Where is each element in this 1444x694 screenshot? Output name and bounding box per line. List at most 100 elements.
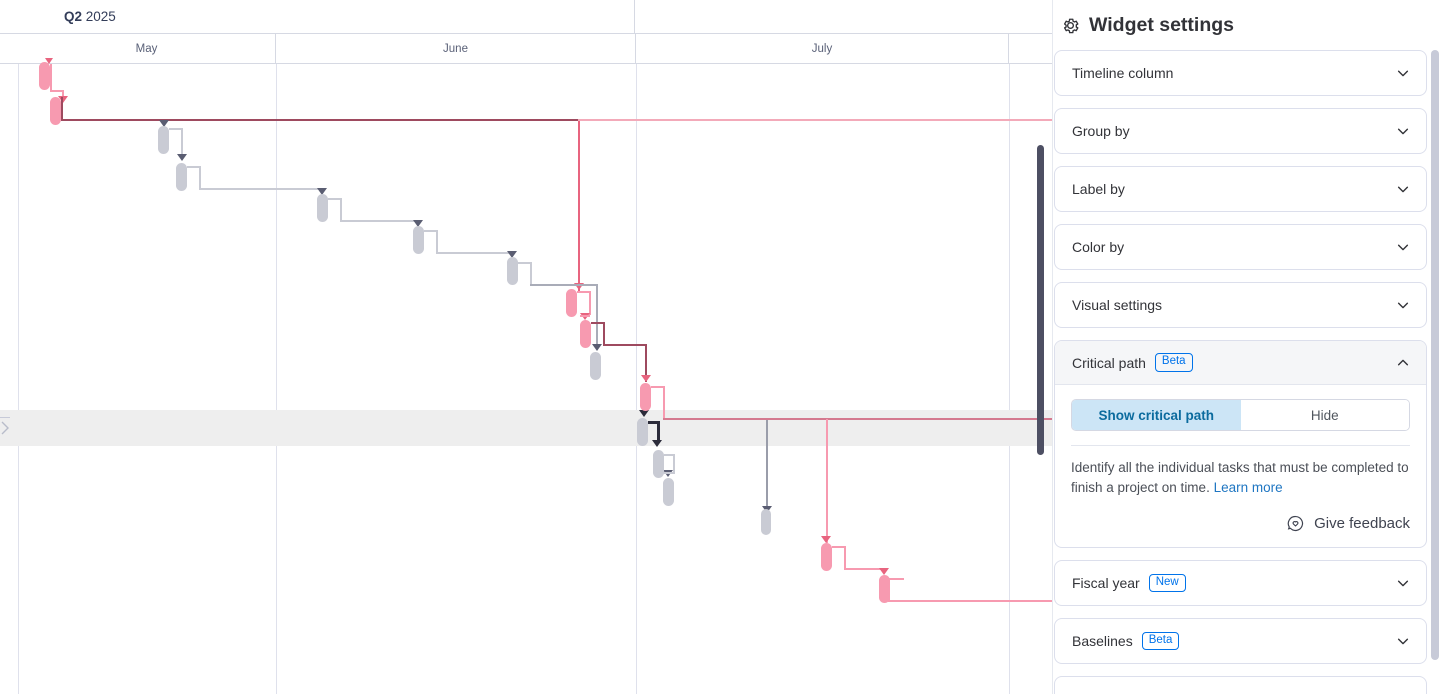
highlighted-row[interactable]	[0, 410, 1052, 446]
card-header-fiscal-year[interactable]: Fiscal year New	[1055, 561, 1426, 605]
chevron-down-icon	[1397, 580, 1409, 587]
task-bar[interactable]	[176, 163, 187, 191]
connector-v	[844, 546, 846, 570]
gantt-timeline-area[interactable]: Q2 2025 May June July	[0, 0, 1052, 694]
task-bar[interactable]	[879, 575, 890, 603]
settings-card-visual-settings: Visual settings	[1054, 282, 1427, 328]
connector-arrow	[641, 375, 651, 382]
card-header-baselines[interactable]: Baselines Beta	[1055, 619, 1426, 663]
quarter-cell-q2: Q2 2025	[18, 0, 635, 33]
badge-beta: Beta	[1154, 353, 1193, 372]
gridline-june	[276, 64, 277, 694]
quarter-year: 2025	[85, 9, 116, 24]
month-cell-may: May	[18, 34, 276, 63]
card-label: Baselines	[1072, 632, 1133, 649]
connector-v	[181, 128, 183, 156]
connector-h-long	[61, 119, 580, 121]
timeline-quarter-header: Q2 2025	[0, 0, 1052, 34]
task-bar[interactable]	[663, 478, 674, 506]
task-bar[interactable]	[39, 62, 50, 90]
card-label: Visual settings	[1072, 297, 1163, 313]
task-bar[interactable]	[590, 352, 601, 380]
card-label: Group by	[1072, 123, 1130, 139]
badge-beta: Beta	[1141, 631, 1180, 651]
task-bar[interactable]	[821, 543, 832, 571]
connector-arrow	[177, 154, 187, 161]
task-bar[interactable]	[580, 320, 591, 348]
task-bar[interactable]	[637, 418, 648, 446]
quarter-label: Q2 2025	[18, 9, 116, 24]
connector-v	[673, 454, 675, 472]
learn-more-link[interactable]: Learn more	[1214, 480, 1283, 495]
sidebar-scroll-container[interactable]: Timeline column Group by Label by Color …	[1053, 50, 1444, 694]
settings-card-baselines: Baselines Beta	[1054, 617, 1427, 664]
gear-icon	[1063, 18, 1079, 34]
card-divider	[1071, 445, 1410, 446]
chevron-down-icon	[1397, 186, 1409, 193]
card-label: Fiscal year	[1072, 574, 1140, 591]
widget-settings-sidebar: Widget settings Timeline column Group by	[1052, 0, 1444, 694]
task-bar[interactable]	[566, 289, 577, 317]
timeline-month-header: May June July	[0, 34, 1052, 64]
show-critical-path-button[interactable]: Show critical path	[1072, 400, 1241, 430]
connector-h	[436, 252, 514, 254]
task-bar[interactable]	[413, 226, 424, 254]
task-bar[interactable]	[761, 509, 771, 535]
critical-path-body: Show critical path Hide Identify all the…	[1055, 385, 1426, 547]
task-bar[interactable]	[653, 450, 664, 478]
month-cell-july: July	[636, 34, 1009, 63]
hide-critical-path-button[interactable]: Hide	[1240, 400, 1409, 430]
sidebar-title-label: Widget settings	[1089, 14, 1234, 36]
gantt-vertical-scrollbar[interactable]	[1037, 145, 1044, 455]
task-bar[interactable]	[317, 194, 328, 222]
connector-arrow	[879, 568, 889, 575]
card-label: Label by	[1072, 181, 1125, 197]
chevron-down-icon	[1397, 128, 1409, 135]
settings-card-partial[interactable]	[1054, 675, 1427, 694]
connector-arrow	[592, 344, 602, 351]
task-bar[interactable]	[158, 126, 169, 154]
connector-h-long	[663, 418, 1052, 420]
connector-v	[61, 97, 63, 121]
settings-card-critical-path: Critical path Beta Show critical path Hi…	[1054, 340, 1427, 548]
connector-v	[50, 64, 52, 92]
give-feedback-label: Give feedback	[1314, 514, 1410, 532]
connector-h	[603, 344, 647, 346]
card-header-critical-path[interactable]: Critical path Beta	[1055, 341, 1426, 385]
timeline-left-border	[18, 0, 19, 694]
card-header-label-by[interactable]: Label by	[1055, 167, 1426, 211]
chevron-down-icon	[1397, 302, 1409, 309]
task-bar[interactable]	[50, 97, 61, 125]
card-label: Color by	[1072, 239, 1125, 255]
sidebar-vertical-scrollbar[interactable]	[1431, 50, 1439, 660]
card-header-color-by[interactable]: Color by	[1055, 225, 1426, 269]
connector-v	[603, 322, 605, 346]
chevron-down-icon	[1397, 638, 1409, 645]
chevron-down-icon	[1397, 244, 1409, 251]
settings-card-fiscal-year: Fiscal year New	[1054, 559, 1427, 606]
chevron-right-icon	[1, 421, 9, 435]
card-header-visual-settings[interactable]: Visual settings	[1055, 283, 1426, 327]
feedback-bubble-icon	[1287, 515, 1304, 531]
card-label: Timeline column	[1072, 65, 1174, 81]
connector-h	[530, 284, 598, 286]
card-header-timeline-column[interactable]: Timeline column	[1055, 51, 1426, 95]
connector-v-long	[578, 119, 580, 291]
give-feedback-button[interactable]: Give feedback	[1071, 514, 1410, 533]
badge-new: New	[1148, 573, 1186, 593]
settings-card-group-by: Group by	[1054, 108, 1427, 154]
card-header-group-by[interactable]: Group by	[1055, 109, 1426, 153]
connector-h-long	[888, 600, 1052, 602]
connector-h	[340, 220, 420, 222]
connector-v-long	[766, 420, 768, 512]
connector-h	[199, 188, 323, 190]
task-bar[interactable]	[640, 383, 651, 411]
month-cell-partial	[1009, 34, 1052, 63]
task-bar[interactable]	[507, 257, 518, 285]
connector-v	[663, 386, 665, 420]
connector-h-continue	[578, 119, 1052, 121]
connector-v	[589, 291, 591, 315]
row-collapse-handle[interactable]	[0, 417, 10, 439]
connector-h	[890, 578, 904, 580]
chevron-down-icon	[1397, 70, 1409, 77]
